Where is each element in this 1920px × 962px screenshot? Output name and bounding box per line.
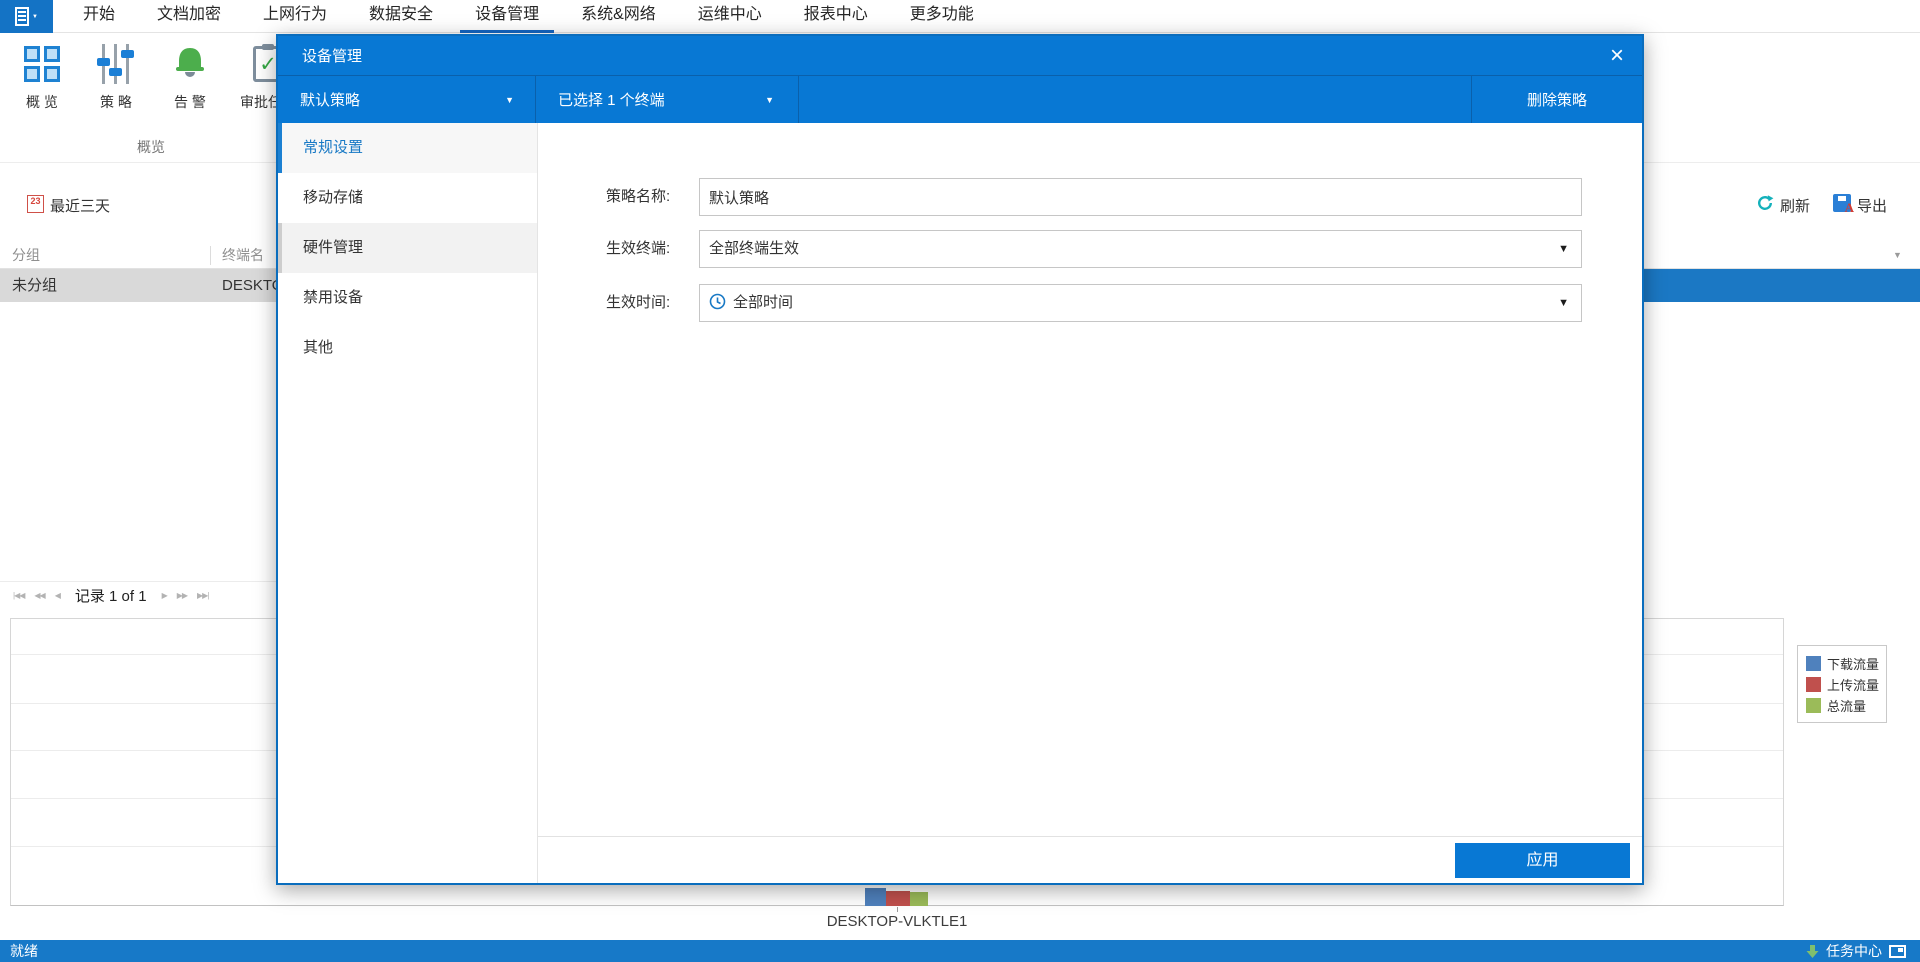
policy-sliders-icon [96,44,136,84]
column-divider [210,246,211,265]
legend-item-total: 总流量 [1806,695,1886,716]
menu-item-web-behavior[interactable]: 上网行为 [242,0,348,33]
policy-name-label: 策略名称: [606,178,670,216]
chart-category-label: DESKTOP-VLKTLE1 [797,913,997,930]
terminal-selector-dropdown[interactable]: 已选择 1 个终端 ▼ [536,76,799,123]
pager-rewind-button[interactable]: ◀◀ [34,591,44,600]
pager-prev-button[interactable]: ◀ [55,591,60,600]
bar-total [910,892,928,906]
legend-swatch-upload [1806,677,1821,692]
menu-item-data-security[interactable]: 数据安全 [348,0,454,33]
nav-item-removable-storage[interactable]: 移动存储 [278,173,537,223]
effective-terminal-select[interactable]: 全部终端生效 ▼ [699,230,1582,268]
menu-item-start[interactable]: 开始 [62,0,136,33]
dialog-form: 策略名称: 生效终端: 全部终端生效 ▼ 生效时间: 全部时间 ▼ [538,123,1642,883]
menu-item-report-center[interactable]: 报表中心 [783,0,889,33]
axis-tick [897,907,898,912]
export-icon[interactable]: A [1833,194,1851,212]
cell-terminal: DESKTOP-VLKTLE1 [222,269,276,302]
effective-time-label: 生效时间: [606,284,670,322]
chevron-down-icon: ▼ [505,95,514,105]
legend-swatch-total [1806,698,1821,713]
cell-group: 未分组 [12,269,57,302]
main-menu: 开始 文档加密 上网行为 数据安全 设备管理 系统&网络 运维中心 报表中心 更… [62,0,995,33]
chevron-down-icon: ▼ [765,95,774,105]
task-center-button[interactable]: 任务中心 [1826,941,1882,961]
column-header-terminal[interactable]: 终端名 [222,243,264,268]
column-header-group[interactable]: 分组 [12,243,40,268]
pager-forward-button[interactable]: ▶▶ [177,591,187,600]
app-document-icon [15,7,29,26]
ribbon-button-policy[interactable]: 策 略 [84,41,148,112]
ribbon-button-alert[interactable]: 告 警 [158,41,222,112]
effective-time-select[interactable]: 全部时间 ▼ [699,284,1582,322]
menu-item-ops-center[interactable]: 运维中心 [677,0,783,33]
effective-terminal-label: 生效终端: [606,230,670,268]
menu-item-system-network[interactable]: 系统&网络 [560,0,677,33]
status-bar: 就绪 任务中心 [0,940,1920,962]
legend-item-upload: 上传流量 [1806,674,1886,695]
nav-item-hardware-mgmt[interactable]: 硬件管理 [278,223,537,273]
clock-icon [709,293,726,310]
refresh-button[interactable]: 刷新 [1780,195,1810,216]
export-button[interactable]: 导出 [1857,195,1887,216]
legend-item-download: 下载流量 [1806,653,1886,674]
status-ready-label: 就绪 [10,940,38,962]
close-icon[interactable]: × [1610,38,1624,74]
column-dropdown-icon[interactable]: ▼ [1893,243,1902,268]
overview-grid-icon [24,46,60,82]
device-management-dialog: 设备管理 × 默认策略 ▼ 已选择 1 个终端 ▼ 删除策略 常规设置 移动存储… [276,34,1644,885]
refresh-icon[interactable] [1756,194,1774,212]
dialog-toolbar: 默认策略 ▼ 已选择 1 个终端 ▼ 删除策略 [278,75,1642,123]
pager-next-button[interactable]: ▶ [162,591,167,600]
nav-item-other[interactable]: 其他 [278,323,537,373]
pager-first-button[interactable]: |◀◀ [13,591,24,600]
bar-download [865,888,886,906]
toolbar-spacer [799,76,1472,123]
chevron-down-icon: ▼ [32,14,38,20]
chart-legend: 下载流量 上传流量 总流量 [1797,645,1887,723]
policy-name-input[interactable] [699,178,1582,216]
dialog-title-bar: 设备管理 × [278,36,1642,75]
delete-policy-button[interactable]: 删除策略 [1472,76,1642,123]
chevron-down-icon: ▼ [1558,231,1569,267]
legend-swatch-download [1806,656,1821,671]
dialog-footer: 应用 [538,836,1642,883]
download-arrow-icon [1806,945,1819,958]
pager-last-button[interactable]: ▶▶| [197,591,208,600]
menu-item-doc-encrypt[interactable]: 文档加密 [136,0,242,33]
menu-item-device-mgmt[interactable]: 设备管理 [454,0,560,33]
terminal-row-frozen-cells: 未分组 DESKTOP-VLKTLE1 [0,269,276,302]
calendar-icon: 23 [27,195,44,213]
dialog-sidebar: 常规设置 移动存储 硬件管理 禁用设备 其他 [278,123,538,883]
menu-bar: ▼ 开始 文档加密 上网行为 数据安全 设备管理 系统&网络 运维中心 报表中心… [0,0,1920,33]
pager-record-label: 记录 1 of 1 [75,585,147,606]
app-menu-button[interactable]: ▼ [0,0,53,33]
nav-item-general-settings[interactable]: 常规设置 [278,123,537,173]
chevron-down-icon: ▼ [1558,285,1569,321]
pager: |◀◀ ◀◀ ◀ 记录 1 of 1 ▶ ▶▶ ▶▶| [0,581,276,609]
menu-item-more[interactable]: 更多功能 [889,0,995,33]
task-window-icon[interactable] [1889,945,1906,958]
policy-selector-dropdown[interactable]: 默认策略 ▼ [278,76,536,123]
apply-button[interactable]: 应用 [1455,843,1630,878]
ribbon-button-overview[interactable]: 概 览 [10,41,74,112]
dialog-title: 设备管理 [302,45,362,66]
bar-upload [886,891,910,906]
alert-bell-icon [171,44,209,84]
ribbon-group-label: 概览 [108,137,194,157]
nav-item-disabled-devices[interactable]: 禁用设备 [278,273,537,323]
date-range-filter[interactable]: 最近三天 [50,195,110,216]
